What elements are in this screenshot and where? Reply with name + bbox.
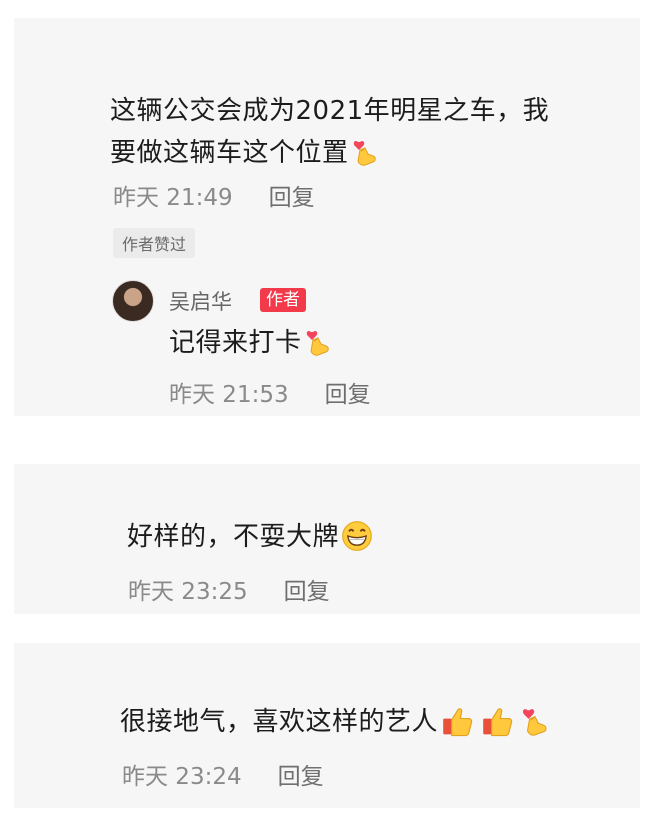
comment-text-line2-wrap: 要做这辆车这个位置 bbox=[110, 132, 549, 174]
comment-text: 很接地气，喜欢这样的艺人 bbox=[120, 701, 550, 743]
grinning-face-icon bbox=[342, 521, 372, 551]
reply-button[interactable]: 回复 bbox=[278, 757, 324, 791]
reply-time: 昨天 21:53 bbox=[169, 382, 289, 408]
author-tag: 作者 bbox=[260, 288, 306, 312]
thumbs-up-icon bbox=[483, 708, 513, 737]
comment-meta: 昨天 23:25 回复 bbox=[128, 572, 330, 606]
comment-time: 昨天 23:25 bbox=[128, 579, 248, 605]
reply-text: 记得来打卡 bbox=[169, 322, 332, 364]
comment-card-3: 很接地气，喜欢这样的艺人 昨天 23:24 回复 bbox=[14, 643, 640, 808]
finger-heart-icon bbox=[522, 709, 547, 736]
comment-meta: 昨天 21:49 回复 bbox=[113, 178, 315, 212]
finger-heart-icon bbox=[306, 330, 329, 356]
reply-username[interactable]: 吴启华 bbox=[169, 286, 232, 316]
comment-text-line1: 这辆公交会成为2021年明星之车，我 bbox=[110, 96, 550, 126]
author-liked-badge: 作者赞过 bbox=[113, 228, 196, 258]
avatar[interactable] bbox=[112, 280, 154, 322]
comment-meta: 昨天 23:24 回复 bbox=[122, 757, 324, 791]
comment-text: 这辆公交会成为2021年明星之车，我 要做这辆车这个位置 bbox=[110, 90, 549, 174]
comment-text: 好样的，不耍大牌 bbox=[127, 516, 373, 558]
comment-time: 昨天 23:24 bbox=[122, 764, 242, 790]
comment-card-2: 好样的，不耍大牌 昨天 23:25 回复 bbox=[14, 464, 640, 614]
thumbs-up-icon bbox=[443, 708, 473, 737]
reply-meta: 昨天 21:53 回复 bbox=[169, 375, 371, 409]
comment-time: 昨天 21:49 bbox=[113, 185, 233, 211]
comment-card-1: 这辆公交会成为2021年明星之车，我 要做这辆车这个位置 昨天 21:49 回复… bbox=[14, 18, 640, 416]
comment-text-content: 好样的，不耍大牌 bbox=[127, 522, 340, 552]
finger-heart-icon bbox=[353, 140, 376, 166]
reply-button[interactable]: 回复 bbox=[325, 375, 371, 409]
reply-button[interactable]: 回复 bbox=[269, 178, 315, 212]
comment-text-line2: 要做这辆车这个位置 bbox=[110, 138, 349, 168]
reply-text-content: 记得来打卡 bbox=[169, 328, 302, 358]
comment-text-content: 很接地气，喜欢这样的艺人 bbox=[120, 707, 439, 737]
reply-button[interactable]: 回复 bbox=[284, 572, 330, 606]
